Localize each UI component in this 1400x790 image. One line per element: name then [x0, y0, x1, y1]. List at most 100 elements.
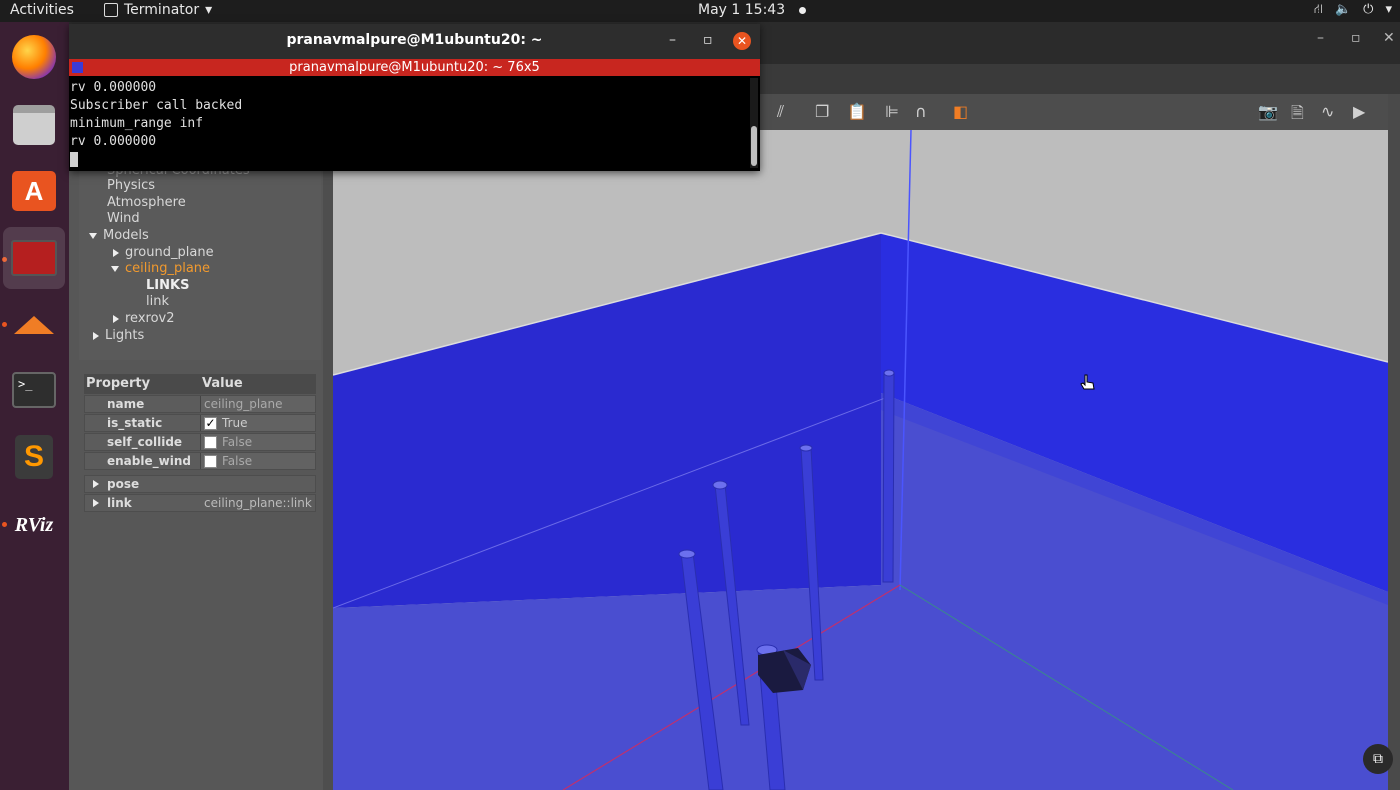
- tree-item-rexrov2[interactable]: rexrov2: [113, 310, 175, 327]
- rviz-launcher[interactable]: RViz: [9, 500, 59, 550]
- terminal-launcher[interactable]: >_: [9, 365, 59, 415]
- enable-wind-checkbox[interactable]: [204, 454, 217, 468]
- sublime-launcher[interactable]: S: [9, 432, 59, 482]
- clock[interactable]: May 1 15:43: [698, 2, 807, 18]
- minimize-icon[interactable]: –: [669, 24, 676, 57]
- sublime-text-icon: S: [15, 435, 53, 479]
- property-key: is_static: [85, 415, 201, 431]
- magnet-icon[interactable]: ∩: [915, 102, 927, 122]
- close-icon[interactable]: ✕: [733, 32, 751, 50]
- app-menu[interactable]: Terminator ▾: [104, 2, 212, 18]
- gazebo-icon: [14, 316, 54, 334]
- link-label: link: [107, 496, 132, 510]
- property-key: self_collide: [85, 434, 201, 450]
- tree-item-ground-plane-label: ground_plane: [125, 245, 214, 260]
- minimize-icon[interactable]: –: [1317, 30, 1324, 46]
- value-column-header: Value: [202, 376, 243, 391]
- property-value[interactable]: ceiling_plane: [201, 396, 315, 412]
- terminal-cursor: [70, 152, 78, 167]
- view-angle-icon[interactable]: ◧: [953, 102, 968, 122]
- tree-item-models[interactable]: Models: [89, 227, 149, 244]
- tree-item-links[interactable]: LINKS: [146, 277, 189, 294]
- dock: A >_ S RViz: [0, 22, 69, 790]
- tree-item-wind[interactable]: Wind: [107, 210, 140, 227]
- clock-label: May 1 15:43: [698, 2, 786, 18]
- scrollbar-thumb[interactable]: [751, 126, 757, 166]
- pillar-top: [678, 549, 696, 559]
- expand-arrow-icon[interactable]: [111, 265, 119, 272]
- link-value: ceiling_plane::link: [204, 496, 312, 510]
- firefox-launcher[interactable]: [9, 32, 59, 82]
- snap-icon[interactable]: ⫽: [777, 102, 784, 122]
- self-collide-checkbox[interactable]: [204, 435, 217, 449]
- files-launcher[interactable]: [9, 100, 59, 150]
- terminator-window[interactable]: pranavmalpure@M1ubuntu20: ~ – ▫ ✕ pranav…: [69, 24, 760, 171]
- maximize-icon[interactable]: ▫: [1351, 30, 1361, 46]
- notification-dot: [799, 6, 807, 14]
- collapse-arrow-icon[interactable]: [93, 331, 99, 340]
- property-row-pose[interactable]: pose: [84, 475, 316, 493]
- power-icon: ⏻: [1363, 2, 1374, 17]
- close-icon[interactable]: ✕: [1383, 30, 1395, 46]
- property-row-link[interactable]: link ceiling_plane::link: [84, 494, 316, 512]
- tree-item-models-label: Models: [103, 228, 149, 243]
- collapse-arrow-icon[interactable]: [113, 248, 119, 257]
- activities-button[interactable]: Activities: [10, 2, 74, 18]
- rviz-icon: RViz: [14, 513, 54, 536]
- terminal-scrollbar[interactable]: [750, 78, 758, 168]
- scene-viewport[interactable]: [333, 130, 1388, 790]
- is-static-checkbox[interactable]: ✓: [204, 416, 217, 430]
- volume-icon: 🔈: [1334, 2, 1352, 17]
- terminal-tab-title: pranavmalpure@M1ubuntu20: ~ 76x5: [289, 60, 540, 75]
- software-launcher[interactable]: A: [9, 166, 59, 216]
- terminator-launcher[interactable]: [3, 227, 65, 289]
- gazebo-launcher[interactable]: [9, 300, 59, 350]
- copy-icon[interactable]: ❐: [815, 102, 829, 122]
- video-icon[interactable]: ▶: [1353, 102, 1365, 122]
- maximize-icon[interactable]: ▫: [703, 24, 713, 57]
- property-row-is-static[interactable]: is_static ✓ True: [84, 414, 316, 432]
- terminal-icon: >_: [12, 372, 56, 408]
- pillar: [882, 372, 895, 583]
- panel-splitter[interactable]: [323, 94, 333, 790]
- tree-item-ground-plane[interactable]: ground_plane: [113, 244, 214, 261]
- property-row-enable-wind[interactable]: enable_wind False: [84, 452, 316, 470]
- tree-item-atmosphere[interactable]: Atmosphere: [107, 194, 186, 211]
- property-row-self-collide[interactable]: self_collide False: [84, 433, 316, 451]
- tree-item-physics[interactable]: Physics: [107, 177, 155, 194]
- camera-icon[interactable]: 📷: [1258, 102, 1278, 122]
- paste-icon[interactable]: 📋: [847, 102, 867, 122]
- terminal-titlebar[interactable]: pranavmalpure@M1ubuntu20: ~ – ▫ ✕: [69, 24, 760, 59]
- property-key: enable_wind: [85, 453, 201, 469]
- tree-item-ceiling-plane-label: ceiling_plane: [125, 261, 211, 276]
- tree-item-link[interactable]: link: [146, 293, 169, 310]
- system-tray[interactable]: ⛙ 🔈 ⏻ ▾: [1314, 2, 1392, 19]
- property-table: Property Value name ceiling_plane is_sta…: [84, 374, 316, 512]
- terminal-app-icon: [104, 3, 118, 17]
- expand-arrow-icon[interactable]: [89, 232, 97, 239]
- property-row-name[interactable]: name ceiling_plane: [84, 395, 316, 413]
- tree-item-lights[interactable]: Lights: [93, 327, 144, 344]
- align-icon[interactable]: ⊫: [885, 102, 899, 122]
- terminal-line: minimum_range inf: [70, 116, 204, 131]
- terminal-tab[interactable]: pranavmalpure@M1ubuntu20: ~ 76x5: [69, 59, 760, 76]
- terminator-icon: [11, 240, 57, 276]
- screenshot-scan-icon[interactable]: ⧉: [1363, 744, 1393, 774]
- collapse-arrow-icon[interactable]: [93, 499, 99, 507]
- property-column-header: Property: [86, 376, 151, 391]
- property-key: name: [85, 396, 201, 412]
- terminal-output[interactable]: rv 0.000000 Subscriber call backed minim…: [69, 76, 760, 171]
- terminal-line: rv 0.000000: [70, 80, 157, 95]
- plot-icon[interactable]: ∿: [1321, 102, 1334, 122]
- terminal-line: rv 0.000000: [70, 134, 157, 149]
- files-icon: [13, 105, 55, 145]
- tree-item-ceiling-plane[interactable]: ceiling_plane: [111, 260, 210, 277]
- collapse-arrow-icon[interactable]: [113, 314, 119, 323]
- terminal-tab-icon[interactable]: [72, 62, 83, 73]
- running-indicator: [2, 522, 7, 527]
- scene-render: [333, 130, 1388, 790]
- top-bar: Activities Terminator ▾ May 1 15:43 ⛙ 🔈 …: [0, 0, 1400, 22]
- log-icon[interactable]: 🗎: [1291, 102, 1304, 122]
- right-panel-strip[interactable]: [1388, 94, 1400, 790]
- collapse-arrow-icon[interactable]: [93, 480, 99, 488]
